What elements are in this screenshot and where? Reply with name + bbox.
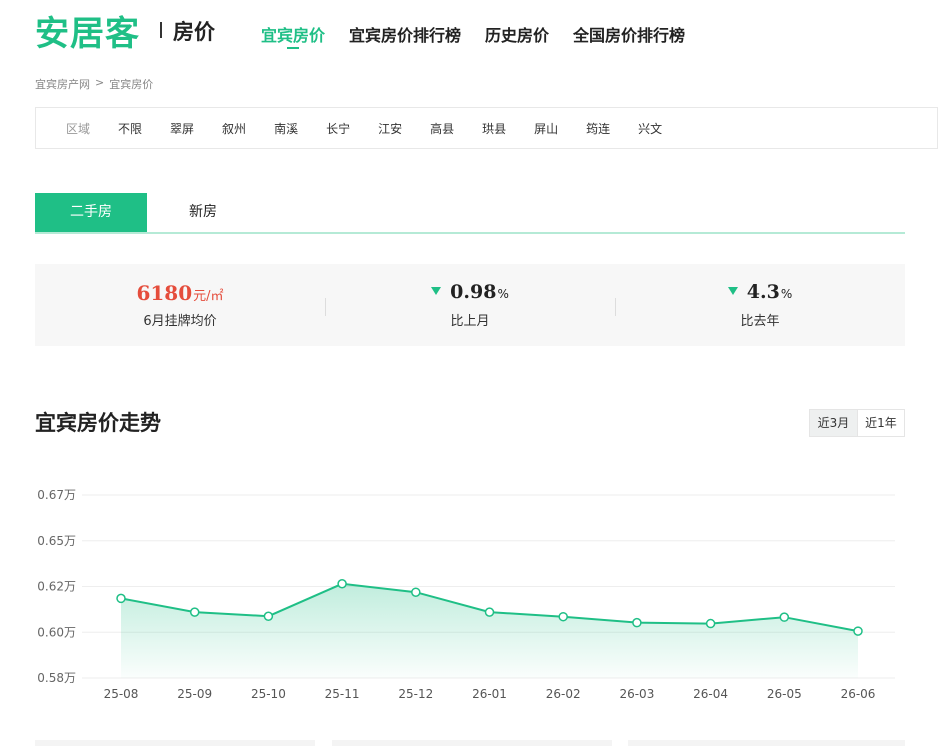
data-point[interactable] <box>705 618 716 629</box>
x-axis-ticks: 25-08 25-09 25-10 25-11 25-12 26-01 26-02 26-03… <box>104 687 876 701</box>
month-change-label: 比上月 <box>450 314 490 329</box>
x-tick-label: 26-02 <box>546 687 581 701</box>
y-tick-label: 0.65万 <box>37 534 76 548</box>
y-tick-label: 0.67万 <box>37 488 76 502</box>
filter-item-pingshan[interactable]: 屏山 <box>534 120 558 137</box>
down-arrow-icon <box>727 287 738 295</box>
month-change-value: 0.98 <box>450 281 497 303</box>
y-tick-label: 0.62万 <box>37 580 76 594</box>
stat-year-change: 4.3 % 比去年 <box>615 264 905 346</box>
property-type-tabs: 二手房 新房 <box>35 193 905 234</box>
anjuke-logo[interactable]: 安居客 <box>35 6 140 55</box>
price-trend-chart[interactable]: 0.67万 0.65万 0.62万 0.60万 0.58万 25-08 25-09 25-1… <box>0 470 938 710</box>
year-change-unit: % <box>780 287 793 301</box>
bottom-card <box>628 740 905 746</box>
breadcrumb-link-home[interactable]: 宜宾房产网 <box>35 76 90 92</box>
x-tick-label: 26-03 <box>619 687 654 701</box>
data-point[interactable] <box>116 593 126 604</box>
main-nav: 宜宾房价 宜宾房价排行榜 历史房价 全国房价排行榜 <box>261 22 709 49</box>
trend-title: 宜宾房价走势 <box>35 411 161 435</box>
nav-item-history-price[interactable]: 历史房价 <box>485 22 549 46</box>
x-tick-label: 25-09 <box>177 687 212 701</box>
price-area <box>121 583 858 678</box>
data-point[interactable] <box>337 579 347 589</box>
logo-subtitle: 房价 <box>173 20 215 44</box>
header: 安居客 房价 宜宾房价 宜宾房价排行榜 历史房价 全国房价排行榜 <box>0 0 938 70</box>
stat-average-price: 6180 元/㎡ 6月挂牌均价 <box>35 264 325 346</box>
y-tick-label: 0.60万 <box>37 625 76 639</box>
filter-item-jiangan[interactable]: 江安 <box>378 120 402 137</box>
x-tick-label: 26-04 <box>693 687 728 701</box>
data-point[interactable] <box>411 587 421 597</box>
filter-item-gongxian[interactable]: 珙县 <box>482 120 506 137</box>
stat-month-change: 0.98 % 比上月 <box>325 264 615 346</box>
filter-item-nanxi[interactable]: 南溪 <box>274 120 298 137</box>
x-tick-label: 26-06 <box>841 687 876 701</box>
x-tick-label: 25-12 <box>398 687 433 701</box>
data-point[interactable] <box>484 607 495 617</box>
filter-item-cuiping[interactable]: 翠屏 <box>170 120 194 137</box>
nav-item-national-ranking[interactable]: 全国房价排行榜 <box>573 22 685 46</box>
nav-item-yibin-price[interactable]: 宜宾房价 <box>261 22 325 49</box>
nav-item-yibin-ranking[interactable]: 宜宾房价排行榜 <box>349 22 461 46</box>
x-tick-label: 26-05 <box>767 687 802 701</box>
x-tick-label: 25-10 <box>251 687 286 701</box>
data-point[interactable] <box>189 607 200 617</box>
breadcrumb-link-current[interactable]: 宜宾房价 <box>109 76 153 92</box>
tab-second-hand[interactable]: 二手房 <box>35 193 147 232</box>
year-change-label: 比去年 <box>740 314 780 329</box>
filter-label: 区域 <box>66 121 91 136</box>
y-axis-ticks: 0.67万 0.65万 0.62万 0.60万 0.58万 <box>37 488 76 685</box>
data-point[interactable] <box>632 617 642 628</box>
average-price-value: 6180 <box>136 281 193 305</box>
x-tick-label: 26-01 <box>472 687 507 701</box>
down-arrow-icon <box>431 287 442 295</box>
data-point[interactable] <box>779 612 790 622</box>
y-tick-label: 0.58万 <box>37 671 76 685</box>
average-price-unit: 元/㎡ <box>193 289 224 304</box>
month-change-unit: % <box>497 287 509 301</box>
x-tick-label: 25-11 <box>325 687 360 701</box>
price-stats: 6180 元/㎡ 6月挂牌均价 0.98 % 比上月 4.3 % 比去年 <box>35 264 905 346</box>
average-price-label: 6月挂牌均价 <box>143 314 217 329</box>
filter-item-xuzhou[interactable]: 叙州 <box>222 120 246 137</box>
logo-divider <box>160 22 162 38</box>
breadcrumb-separator: > <box>95 76 105 89</box>
data-point[interactable] <box>853 626 863 636</box>
range-1-year-button[interactable]: 近1年 <box>857 410 904 436</box>
bottom-card <box>332 740 612 746</box>
data-point[interactable] <box>263 611 274 621</box>
x-tick-label: 25-08 <box>104 687 139 701</box>
year-change-value: 4.3 <box>746 281 780 303</box>
district-filter: 区域 不限 翠屏 叙州 南溪 长宁 江安 高县 珙县 屏山 筠连 兴文 <box>35 107 938 149</box>
tab-new-house[interactable]: 新房 <box>147 193 259 232</box>
bottom-card <box>35 740 315 746</box>
range-switch: 近3月 近1年 <box>809 409 905 437</box>
range-3-months-button[interactable]: 近3月 <box>810 410 857 436</box>
filter-item-xingwen[interactable]: 兴文 <box>638 120 662 137</box>
filter-item-changning[interactable]: 长宁 <box>326 120 350 137</box>
data-point[interactable] <box>558 611 568 622</box>
filter-item-junlian[interactable]: 筠连 <box>586 120 610 137</box>
filter-item-all[interactable]: 不限 <box>118 120 142 137</box>
filter-item-gaoxian[interactable]: 高县 <box>430 120 454 137</box>
breadcrumb: 宜宾房产网 > 宜宾房价 <box>35 76 153 92</box>
